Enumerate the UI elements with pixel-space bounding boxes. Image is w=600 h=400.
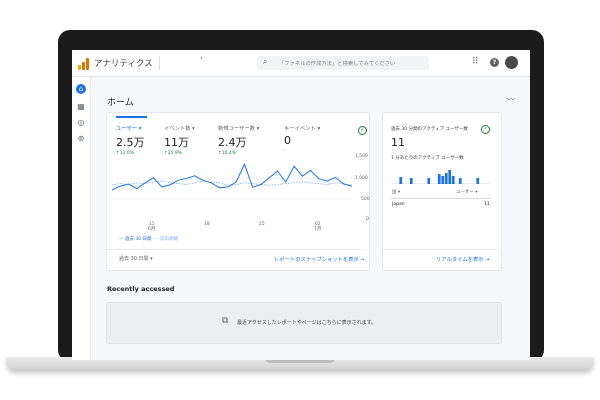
metric-label: ユーザー ▾ xyxy=(116,126,142,132)
metric-label: キーイベント ▾ xyxy=(284,126,321,132)
x-tick-label: 02 7月 xyxy=(314,222,322,232)
avatar[interactable] xyxy=(505,56,518,69)
view-realtime-link[interactable]: リアルタイムを表示 → xyxy=(436,255,490,263)
metric-change: ↑25.9% xyxy=(164,151,183,156)
metric-label: イベント数 ▾ xyxy=(164,126,195,132)
y-tick-label: 1,000 xyxy=(355,176,368,181)
analytics-logo-icon[interactable] xyxy=(78,58,90,70)
per-minute-label: 1 分あたりのアクティブ ユーザー数 xyxy=(391,156,464,161)
reports-icon[interactable]: ▦ xyxy=(76,102,86,112)
metric-value: 0 xyxy=(284,134,291,147)
metric-value: 2.4万 xyxy=(218,136,247,149)
per-minute-bar xyxy=(441,176,445,184)
x-tick-label: 18 xyxy=(204,222,210,227)
metric-change: ↑11.0% xyxy=(116,151,135,156)
per-minute-bar xyxy=(458,178,462,184)
metric-event-count[interactable]: イベント数 ▾ 11万 ↑25.9% xyxy=(164,124,195,156)
insights-icon[interactable]: 〰 xyxy=(507,94,515,105)
per-minute-bar xyxy=(399,177,403,184)
chart-legend: — 過去 30 日間 ··· 前の期間 xyxy=(119,236,178,242)
metric-label: 新規ユーザー数 ▾ xyxy=(218,126,260,132)
metric-change: - xyxy=(284,148,286,153)
per-minute-bar-chart xyxy=(392,170,490,184)
table-divider xyxy=(391,198,491,199)
per-minute-bar xyxy=(448,170,452,184)
search-input[interactable]: 「ファネルの作成方法」と検索してみてください xyxy=(279,59,395,67)
country-column-header[interactable]: 国 ▾ xyxy=(392,189,400,195)
per-minute-bar xyxy=(451,176,455,184)
recent-pages-icon: ⧉ xyxy=(222,316,229,326)
analytics-screen: アナリティクス › ⌕ 「ファネルの作成方法」と検索してみてください ⠿ ? ⌂… xyxy=(72,50,530,360)
metric-key-events[interactable]: キーイベント ▾ 0 - xyxy=(284,124,320,153)
page-title: ホーム xyxy=(107,98,134,108)
per-minute-bar xyxy=(427,178,431,184)
chevron-right-icon[interactable]: › xyxy=(200,54,203,62)
explore-icon[interactable]: ◎ xyxy=(76,118,86,128)
apps-grid-icon[interactable]: ⠿ xyxy=(472,57,479,67)
recent-empty-text: 最近アクセスしたレポートやページはこちらに表示されます。 xyxy=(237,320,377,326)
table-row-users: 11 xyxy=(484,202,490,207)
advertising-icon[interactable]: ⊚ xyxy=(76,134,86,144)
overview-line-chart xyxy=(112,158,352,220)
metric-value: 11万 xyxy=(164,136,189,149)
metric-change: ↑10.4% xyxy=(218,151,237,156)
legend-previous: ··· 前の期間 xyxy=(154,237,179,242)
x-tick-label: 11 6月 xyxy=(148,222,156,232)
legend-current: — 過去 30 日間 xyxy=(119,237,152,242)
realtime-value: 11 xyxy=(391,136,405,149)
active-metric-indicator xyxy=(116,116,147,118)
metric-users[interactable]: ユーザー ▾ 2.5万 ↑11.0% xyxy=(116,124,145,156)
y-tick-label: 0 xyxy=(366,217,369,222)
users-column-header[interactable]: ユーザー ▾ xyxy=(456,189,478,195)
check-circle-icon: ✓ xyxy=(358,126,367,135)
series-current-line xyxy=(112,162,352,191)
side-rail: ⌂ ▦ ◎ ⊚ xyxy=(72,77,91,360)
check-circle-icon: ✓ xyxy=(481,125,490,134)
per-minute-bar xyxy=(476,178,480,184)
per-minute-bar xyxy=(437,174,441,184)
card-divider xyxy=(107,249,367,250)
per-minute-bar xyxy=(444,173,448,184)
app-title[interactable]: アナリティクス xyxy=(94,57,153,69)
metric-new-users[interactable]: 新規ユーザー数 ▾ 2.4万 ↑10.4% xyxy=(218,124,259,156)
search-icon: ⌕ xyxy=(263,57,268,66)
recently-accessed-card: ⧉ 最近アクセスしたレポートやページはこちらに表示されます。 xyxy=(106,302,502,344)
card-divider xyxy=(383,249,499,250)
y-tick-label: 500 xyxy=(361,197,370,202)
date-range-select[interactable]: 過去 30 日間 ▾ xyxy=(119,255,153,262)
realtime-label: 過去 30 分間のアクティブ ユーザー数 xyxy=(391,127,468,132)
table-row-country: Japan xyxy=(392,202,405,207)
recently-accessed-title: Recently accessed xyxy=(107,285,175,293)
per-minute-bar xyxy=(409,178,413,184)
x-tick-label: 25 xyxy=(259,222,265,227)
y-tick-label: 1,500 xyxy=(355,154,368,159)
search-bar[interactable]: ⌕ 「ファネルの作成方法」と検索してみてください xyxy=(257,56,429,70)
help-icon[interactable]: ? xyxy=(490,58,499,67)
title-divider xyxy=(159,56,160,70)
home-icon[interactable]: ⌂ xyxy=(76,84,86,94)
view-snapshot-link[interactable]: レポートのスナップショットを表示 → xyxy=(274,255,365,263)
top-bar: アナリティクス › ⌕ 「ファネルの作成方法」と検索してみてください ⠿ ? xyxy=(72,50,530,77)
metric-value: 2.5万 xyxy=(116,136,145,149)
